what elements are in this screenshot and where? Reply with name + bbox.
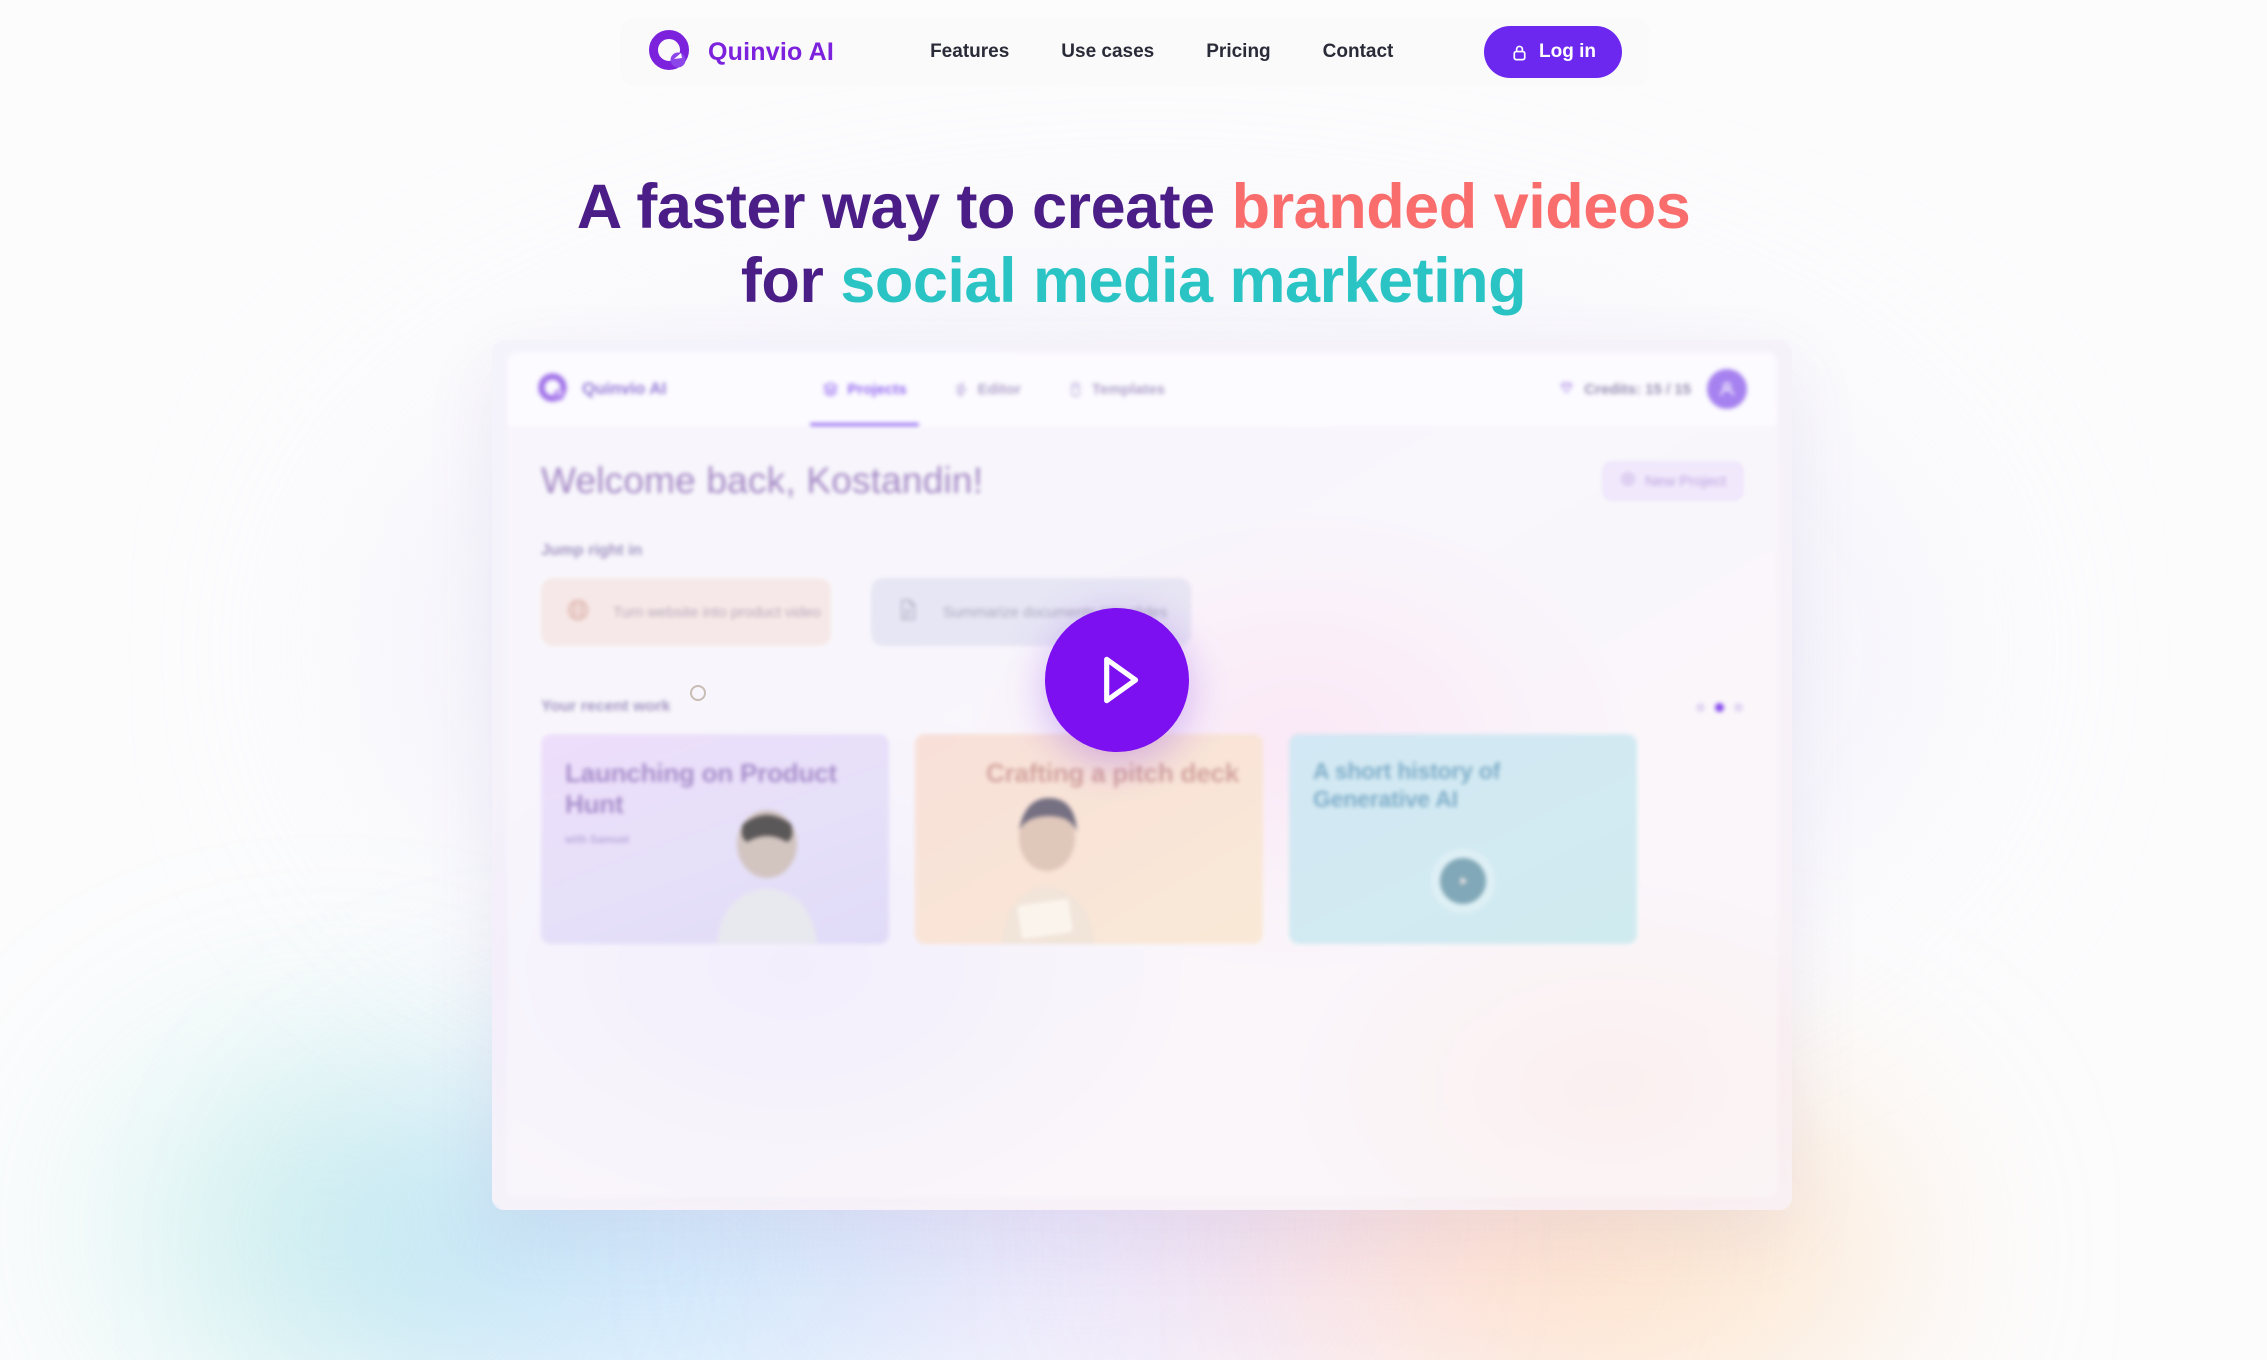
tab-templates-label: Templates (1091, 380, 1166, 398)
nav-link-features[interactable]: Features (930, 41, 1009, 63)
headline-segment-3: for (740, 246, 841, 317)
login-button-label: Log in (1539, 41, 1596, 62)
nav-link-pricing[interactable]: Pricing (1206, 41, 1270, 63)
recent-card-product-hunt[interactable]: Launching on Product Hunt with Samuel (541, 734, 889, 944)
document-icon (895, 597, 921, 628)
play-icon[interactable] (1440, 858, 1486, 904)
credits-label: Credits: 15 / 15 (1584, 380, 1691, 398)
carousel-dot-2[interactable] (1715, 702, 1724, 712)
carousel-dot-3[interactable] (1734, 702, 1743, 712)
recent-card-pitch-deck[interactable]: Crafting a pitch deck (915, 734, 1263, 944)
quinvio-logo-icon (537, 372, 571, 406)
template-icon (1067, 381, 1084, 398)
top-navigation-bar: Quinvio AI Features Use cases Pricing Co… (620, 18, 1650, 86)
nav-link-use-cases[interactable]: Use cases (1061, 41, 1154, 63)
play-triangle-icon (1104, 656, 1139, 704)
globe-icon (565, 597, 591, 628)
carousel-dots (1696, 702, 1743, 712)
app-tab-bar: Projects Editor Templates (810, 352, 1171, 426)
lock-icon (1510, 43, 1529, 62)
app-brand-group[interactable]: Quinvio AI (537, 372, 666, 406)
landing-page: Quinvio AI Features Use cases Pricing Co… (0, 0, 2267, 1360)
headline-segment-2: branded videos (1231, 172, 1691, 242)
presenter-silhouette (717, 810, 817, 944)
recent-card-generative-ai[interactable]: A short history of Generative AI (1289, 734, 1637, 944)
gem-icon (1558, 379, 1575, 400)
app-brand-name: Quinvio AI (582, 379, 667, 398)
new-project-button[interactable]: New Project (1603, 462, 1743, 500)
cursor-pointer-indicator (690, 685, 706, 701)
headline-segment-4: social media marketing (840, 246, 1527, 317)
jump-card-website-label: Turn website into product video (613, 603, 821, 621)
brand-logo-group[interactable]: Quinvio AI (648, 29, 834, 75)
recent-card-title: A short history of Generative AI (1313, 758, 1501, 812)
welcome-row: Welcome back, Kostandin! New Project (541, 460, 1743, 502)
recent-card-title: Crafting a pitch deck (986, 758, 1239, 788)
hero-headline: A faster way to create branded videos fo… (0, 170, 2267, 319)
app-window-inner: Quinvio AI Projects Editor Templates Cre… (507, 352, 1777, 1197)
background-glow-teal (120, 1060, 540, 1360)
plus-circle-icon (1620, 471, 1636, 491)
play-video-button[interactable] (1045, 608, 1189, 752)
app-preview-window: Quinvio AI Projects Editor Templates Cre… (492, 340, 1792, 1210)
app-header: Quinvio AI Projects Editor Templates Cre… (507, 352, 1777, 426)
nav-link-contact[interactable]: Contact (1323, 41, 1394, 63)
app-header-right: Credits: 15 / 15 (1558, 369, 1747, 409)
presenter-silhouette (1001, 798, 1095, 944)
recent-card-subtitle: with Samuel (565, 834, 630, 846)
new-project-label: New Project (1645, 472, 1726, 490)
tab-editor-label: Editor (977, 380, 1021, 398)
brand-name: Quinvio AI (708, 37, 835, 66)
carousel-dot-1[interactable] (1696, 702, 1705, 712)
login-button[interactable]: Log in (1484, 26, 1622, 78)
recent-work-label: Your recent work (541, 698, 671, 715)
user-avatar-icon[interactable] (1707, 369, 1747, 409)
tab-templates[interactable]: Templates (1061, 352, 1171, 426)
jump-right-in-label: Jump right in (541, 542, 643, 559)
credits-indicator[interactable]: Credits: 15 / 15 (1558, 379, 1691, 400)
tab-projects[interactable]: Projects (810, 352, 919, 426)
headline-segment-1: A faster way to create (576, 172, 1232, 242)
jump-card-website-to-video[interactable]: Turn website into product video (541, 578, 831, 646)
top-nav-links: Features Use cases Pricing Contact (930, 41, 1393, 63)
tab-editor[interactable]: Editor (947, 352, 1027, 426)
layers-icon (822, 381, 839, 398)
zap-icon (953, 381, 970, 398)
quinvio-logo-icon (648, 29, 694, 75)
tab-projects-label: Projects (847, 380, 907, 398)
welcome-title: Welcome back, Kostandin! (541, 460, 984, 501)
recent-work-cards: Launching on Product Hunt with Samuel Cr… (541, 734, 1743, 944)
